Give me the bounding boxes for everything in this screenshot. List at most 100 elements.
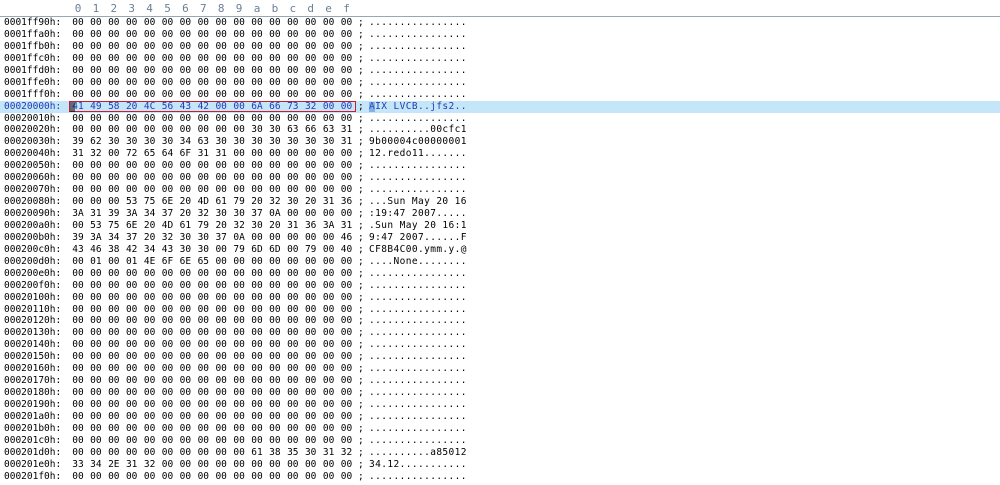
hex-byte[interactable]: 00 xyxy=(248,65,266,77)
hex-byte[interactable]: 00 xyxy=(141,172,159,184)
hex-byte[interactable]: 00 xyxy=(87,327,105,339)
hex-byte[interactable]: 37 xyxy=(212,232,230,244)
hex-byte[interactable]: 4D xyxy=(159,220,177,232)
hex-byte[interactable]: 39 xyxy=(69,232,87,244)
hex-byte[interactable]: 00 xyxy=(284,256,302,268)
hex-byte[interactable]: 00 xyxy=(176,89,194,101)
hex-byte[interactable]: 34 xyxy=(87,459,105,471)
hex-byte[interactable]: 6E xyxy=(176,256,194,268)
hex-byte[interactable]: 00 xyxy=(338,160,356,172)
hex-byte[interactable]: 00 xyxy=(141,65,159,77)
hex-byte[interactable]: 00 xyxy=(230,124,248,136)
hex-row[interactable]: 0001ffb0h: 00 00 00 00 00 00 00 00 00 00 00 00 00 00 00… xyxy=(0,41,1000,53)
hex-byte[interactable]: 00 xyxy=(141,447,159,459)
hex-byte[interactable]: 00 xyxy=(87,160,105,172)
hex-byte[interactable]: 00 xyxy=(212,292,230,304)
hex-byte[interactable]: 00 xyxy=(212,101,230,113)
hex-byte[interactable]: 00 xyxy=(123,65,141,77)
hex-byte[interactable]: 00 xyxy=(69,160,87,172)
hex-row[interactable]: 000201b0h: 00 00 00 00 00 00 00 00 00 00 00 00 00 00 00… xyxy=(0,423,1000,435)
ascii-text[interactable]: ................ xyxy=(369,471,467,483)
hex-byte[interactable]: 30 xyxy=(194,244,212,256)
hex-byte[interactable]: 00 xyxy=(230,65,248,77)
hex-byte[interactable]: 0A xyxy=(266,208,284,220)
hex-byte[interactable]: 00 xyxy=(284,268,302,280)
hex-byte[interactable]: 00 xyxy=(69,29,87,41)
hex-byte[interactable]: 00 xyxy=(266,268,284,280)
hex-byte[interactable]: 00 xyxy=(284,77,302,89)
hex-byte[interactable]: 00 xyxy=(176,280,194,292)
hex-byte[interactable]: 00 xyxy=(159,327,177,339)
hex-byte[interactable]: 00 xyxy=(266,172,284,184)
hex-byte[interactable]: 00 xyxy=(266,387,284,399)
ascii-text[interactable]: :19:47 2007..... xyxy=(369,208,467,220)
hex-byte[interactable]: 00 xyxy=(87,29,105,41)
hex-byte[interactable]: 43 xyxy=(176,101,194,113)
hex-byte[interactable]: 00 xyxy=(194,160,212,172)
hex-byte[interactable]: 00 xyxy=(194,339,212,351)
hex-byte[interactable]: 00 xyxy=(141,327,159,339)
hex-byte[interactable]: 00 xyxy=(212,351,230,363)
hex-byte[interactable]: 56 xyxy=(159,101,177,113)
hex-byte[interactable]: 00 xyxy=(212,268,230,280)
hex-byte[interactable]: 00 xyxy=(284,29,302,41)
ascii-text[interactable]: ..........00cfc1 xyxy=(369,124,467,136)
hex-byte[interactable]: 00 xyxy=(176,160,194,172)
hex-byte[interactable]: 00 xyxy=(302,435,320,447)
hex-row[interactable]: 000200a0h: 00 53 75 6E 20 4D 61 79 20 32 30 20 31 36 3A… xyxy=(0,220,1000,232)
hex-byte[interactable]: 00 xyxy=(141,387,159,399)
hex-byte[interactable]: 00 xyxy=(302,65,320,77)
hex-byte[interactable]: 00 xyxy=(266,459,284,471)
hex-byte[interactable]: 00 xyxy=(87,447,105,459)
hex-byte[interactable]: 00 xyxy=(212,29,230,41)
hex-byte[interactable]: 00 xyxy=(302,411,320,423)
hex-byte[interactable]: 00 xyxy=(87,471,105,483)
hex-byte[interactable]: 00 xyxy=(87,280,105,292)
ascii-text[interactable]: ................ xyxy=(369,29,467,41)
hex-byte[interactable]: 00 xyxy=(105,292,123,304)
hex-byte[interactable]: 0A xyxy=(230,232,248,244)
hex-byte[interactable]: 00 xyxy=(123,339,141,351)
hex-byte[interactable]: 00 xyxy=(69,447,87,459)
hex-byte[interactable]: 34 xyxy=(141,244,159,256)
hex-byte[interactable]: 00 xyxy=(159,17,177,29)
hex-byte[interactable]: 00 xyxy=(123,172,141,184)
hex-byte[interactable]: 61 xyxy=(212,196,230,208)
hex-byte[interactable]: 00 xyxy=(194,89,212,101)
hex-byte[interactable]: 00 xyxy=(194,315,212,327)
hex-byte[interactable]: 00 xyxy=(87,53,105,65)
ascii-text[interactable]: ................ xyxy=(369,113,467,125)
hex-byte[interactable]: 4C xyxy=(141,101,159,113)
hex-byte[interactable]: 00 xyxy=(338,459,356,471)
hex-byte[interactable]: 00 xyxy=(338,280,356,292)
hex-byte[interactable]: 00 xyxy=(320,363,338,375)
hex-byte[interactable]: 00 xyxy=(266,256,284,268)
hex-byte[interactable]: 00 xyxy=(338,327,356,339)
ascii-text[interactable]: 12.redo11....... xyxy=(369,148,467,160)
hex-byte[interactable]: 31 xyxy=(338,136,356,148)
hex-byte[interactable]: 00 xyxy=(284,89,302,101)
hex-byte[interactable]: 30 xyxy=(320,136,338,148)
hex-byte[interactable]: 00 xyxy=(123,315,141,327)
hex-byte[interactable]: 00 xyxy=(302,268,320,280)
hex-row[interactable]: 00020180h: 00 00 00 00 00 00 00 00 00 00 00 00 00 00 00… xyxy=(0,387,1000,399)
hex-byte[interactable]: 00 xyxy=(320,77,338,89)
hex-byte[interactable]: 00 xyxy=(159,89,177,101)
hex-byte[interactable]: 00 xyxy=(123,41,141,53)
hex-byte[interactable]: 00 xyxy=(266,280,284,292)
hex-byte[interactable]: 00 xyxy=(284,113,302,125)
hex-byte[interactable]: 00 xyxy=(320,411,338,423)
hex-byte[interactable]: 00 xyxy=(69,256,87,268)
hex-byte[interactable]: 00 xyxy=(320,244,338,256)
hex-byte[interactable]: 30 xyxy=(123,136,141,148)
hex-byte[interactable]: 00 xyxy=(320,160,338,172)
hex-byte[interactable]: 31 xyxy=(320,196,338,208)
hex-byte[interactable]: 00 xyxy=(284,471,302,483)
hex-byte[interactable]: 3A xyxy=(69,208,87,220)
hex-byte[interactable]: 00 xyxy=(159,363,177,375)
hex-byte[interactable]: 53 xyxy=(123,196,141,208)
hex-byte[interactable]: 00 xyxy=(194,268,212,280)
hex-byte[interactable]: 63 xyxy=(284,124,302,136)
hex-byte[interactable]: 4D xyxy=(194,196,212,208)
hex-byte[interactable]: 00 xyxy=(284,339,302,351)
